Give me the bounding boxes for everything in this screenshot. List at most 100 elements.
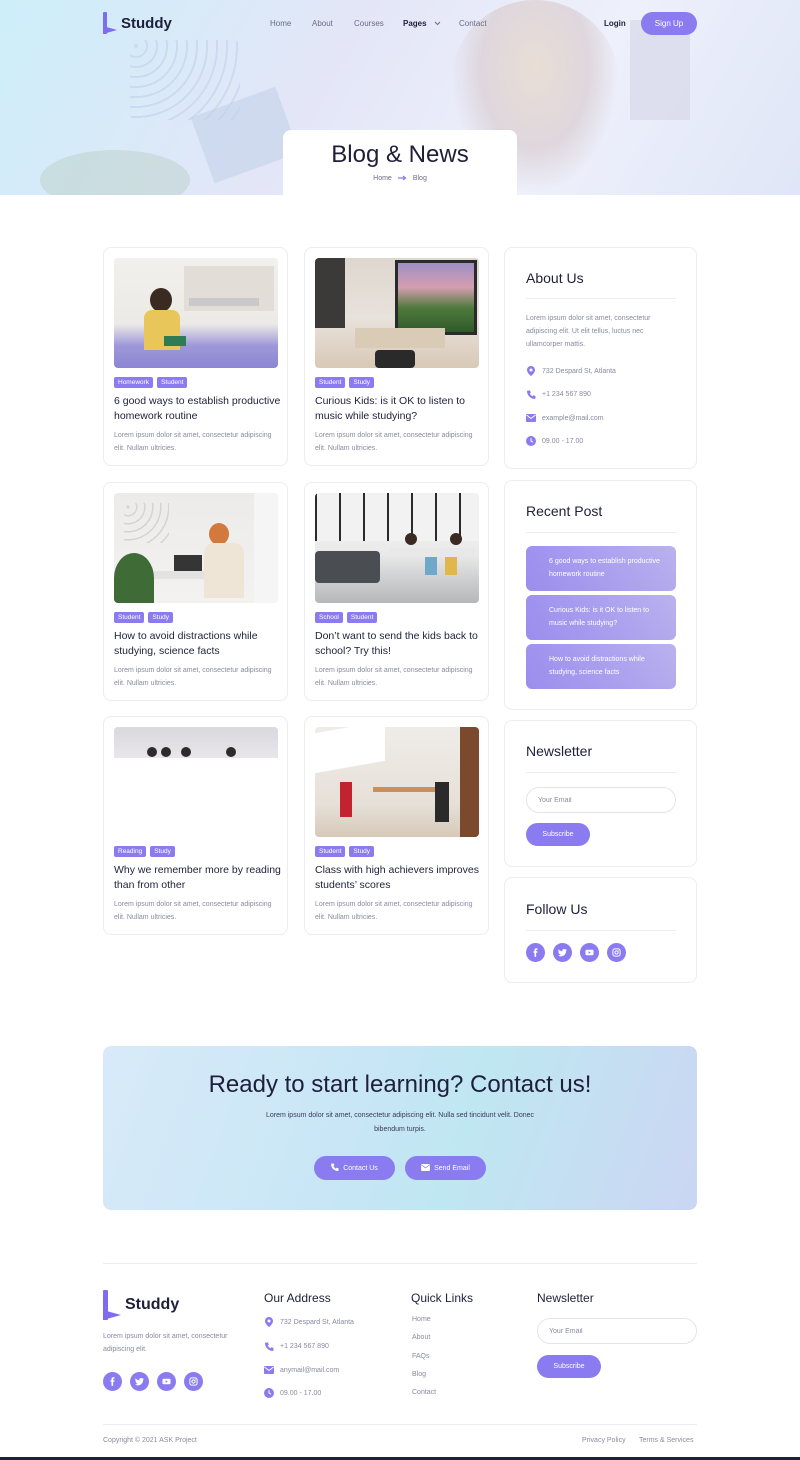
youtube-icon[interactable] xyxy=(157,1372,176,1391)
divider xyxy=(526,298,676,299)
footer-link-about[interactable]: About xyxy=(412,1334,430,1341)
tag[interactable]: Homework xyxy=(114,377,154,388)
nav-courses[interactable]: Courses xyxy=(354,19,384,28)
tag[interactable]: School xyxy=(315,612,343,623)
post-tags: Homework Student xyxy=(114,377,188,388)
footer-link-blog[interactable]: Blog xyxy=(412,1371,426,1378)
envelope-icon xyxy=(264,1365,274,1375)
envelope-icon xyxy=(421,1163,430,1173)
tag[interactable]: Student xyxy=(315,846,346,857)
tag[interactable]: Student xyxy=(157,377,188,388)
post-image xyxy=(315,493,479,603)
footer-logo[interactable]: Studdy xyxy=(103,1290,179,1320)
post-card[interactable]: School Student Don’t want to send the ki… xyxy=(304,482,489,701)
widget-title: Newsletter xyxy=(526,743,593,759)
copyright-text: Copyright © 2021 ASK Project xyxy=(103,1437,197,1444)
cta-text: Lorem ipsum dolor sit amet, consectetur … xyxy=(265,1112,535,1133)
post-image xyxy=(114,727,278,837)
site-logo[interactable]: Studdy xyxy=(103,12,172,34)
contact-cta-banner: Ready to start learning? Contact us! Lor… xyxy=(103,1046,697,1210)
post-title[interactable]: Don’t want to send the kids back to scho… xyxy=(315,629,483,659)
send-email-button[interactable]: Send Email xyxy=(405,1156,486,1180)
recent-post-item[interactable]: Curious Kids: is it OK to listen to musi… xyxy=(526,595,676,640)
post-tags: Student Study xyxy=(114,612,174,623)
post-card[interactable]: Student Study Class with high achievers … xyxy=(304,716,489,935)
breadcrumb-home[interactable]: Home xyxy=(373,175,392,182)
follow-widget: Follow Us xyxy=(504,877,697,983)
footer-hours-row: 09.00 - 17.00 xyxy=(264,1388,321,1398)
post-card[interactable]: Student Study Curious Kids: is it OK to … xyxy=(304,247,489,466)
tag[interactable]: Student xyxy=(315,377,346,388)
post-title[interactable]: 6 good ways to establish productive home… xyxy=(114,394,282,424)
footer-subscribe-button[interactable]: Subscribe xyxy=(537,1355,601,1378)
footer-brand-text: Lorem ipsum dolor sit amet, consectetur … xyxy=(103,1333,228,1353)
footer-newsletter-title: Newsletter xyxy=(537,1291,594,1305)
social-links xyxy=(526,943,626,962)
email-text[interactable]: example@mail.com xyxy=(542,415,604,422)
footer-email-row: anymail@mail.com xyxy=(264,1365,339,1375)
recent-posts-widget: Recent Post 6 good ways to establish pro… xyxy=(504,480,697,710)
cta-title: Ready to start learning? Contact us! xyxy=(208,1071,592,1098)
post-card[interactable]: Student Study How to avoid distractions … xyxy=(103,482,288,701)
nav-pages[interactable]: Pages xyxy=(403,19,441,28)
post-excerpt: Lorem ipsum dolor sit amet, consectetur … xyxy=(114,432,272,452)
footer-link-home[interactable]: Home xyxy=(412,1316,431,1323)
facebook-icon[interactable] xyxy=(103,1372,122,1391)
youtube-icon[interactable] xyxy=(580,943,599,962)
divider xyxy=(526,772,676,773)
privacy-policy-link[interactable]: Privacy Policy xyxy=(582,1437,626,1444)
tag[interactable]: Study xyxy=(150,846,175,857)
post-card[interactable]: Homework Student 6 good ways to establis… xyxy=(103,247,288,466)
twitter-icon[interactable] xyxy=(130,1372,149,1391)
tag[interactable]: Study xyxy=(349,377,375,388)
tag[interactable]: Student xyxy=(114,612,145,623)
shelf-decoration xyxy=(630,20,690,120)
divider xyxy=(526,930,676,931)
breadcrumb-current: Blog xyxy=(412,175,427,182)
twitter-icon[interactable] xyxy=(553,943,572,962)
post-image xyxy=(114,258,278,368)
post-title[interactable]: Class with high achievers improves stude… xyxy=(315,863,483,893)
logo-icon xyxy=(103,1290,121,1320)
tag[interactable]: Study xyxy=(349,846,375,857)
nav-about[interactable]: About xyxy=(312,19,333,28)
post-card[interactable]: Reading Study Why we remember more by re… xyxy=(103,716,288,935)
footer-link-faqs[interactable]: FAQs xyxy=(412,1353,430,1360)
post-title[interactable]: Curious Kids: is it OK to listen to musi… xyxy=(315,394,483,424)
tag[interactable]: Reading xyxy=(114,846,147,857)
nav-contact[interactable]: Contact xyxy=(459,19,487,28)
post-title[interactable]: How to avoid distractions while studying… xyxy=(114,629,282,659)
page-title: Blog & News xyxy=(331,141,469,168)
nav-pages-label: Pages xyxy=(403,19,427,28)
map-pin-icon xyxy=(526,366,536,376)
footer-newsletter-input[interactable] xyxy=(537,1318,697,1344)
login-link[interactable]: Login xyxy=(604,19,626,28)
hours-text: 09.00 - 17.00 xyxy=(542,437,584,445)
widget-title: About Us xyxy=(526,270,584,286)
nav-home[interactable]: Home xyxy=(270,19,291,28)
instagram-icon[interactable] xyxy=(184,1372,203,1391)
phone-text: +1 234 567 890 xyxy=(542,390,591,398)
post-title[interactable]: Why we remember more by reading than fro… xyxy=(114,863,282,893)
address-text: 732 Despard St, Atlanta xyxy=(542,367,616,375)
footer-email-text[interactable]: anymail@mail.com xyxy=(280,1367,339,1374)
recent-post-item[interactable]: 6 good ways to establish productive home… xyxy=(526,546,676,591)
recent-post-item[interactable]: How to avoid distractions while studying… xyxy=(526,644,676,689)
tag[interactable]: Student xyxy=(346,612,378,623)
address-row: 732 Despard St, Atlanta xyxy=(526,366,616,376)
logo-text: Studdy xyxy=(121,14,172,32)
recent-post-title: 6 good ways to establish productive home… xyxy=(549,558,660,578)
post-image xyxy=(315,727,479,837)
signup-button[interactable]: Sign Up xyxy=(641,12,697,35)
send-email-label: Send Email xyxy=(434,1164,470,1172)
instagram-icon[interactable] xyxy=(607,943,626,962)
facebook-icon[interactable] xyxy=(526,943,545,962)
newsletter-email-input[interactable] xyxy=(526,787,676,813)
subscribe-button[interactable]: Subscribe xyxy=(526,823,590,846)
terms-link[interactable]: Terms & Services xyxy=(639,1437,693,1444)
envelope-icon xyxy=(526,413,536,423)
contact-us-button[interactable]: Contact Us xyxy=(314,1156,395,1180)
phone-row: +1 234 567 890 xyxy=(526,389,591,399)
tag[interactable]: Study xyxy=(148,612,174,623)
footer-link-contact[interactable]: Contact xyxy=(412,1389,436,1396)
